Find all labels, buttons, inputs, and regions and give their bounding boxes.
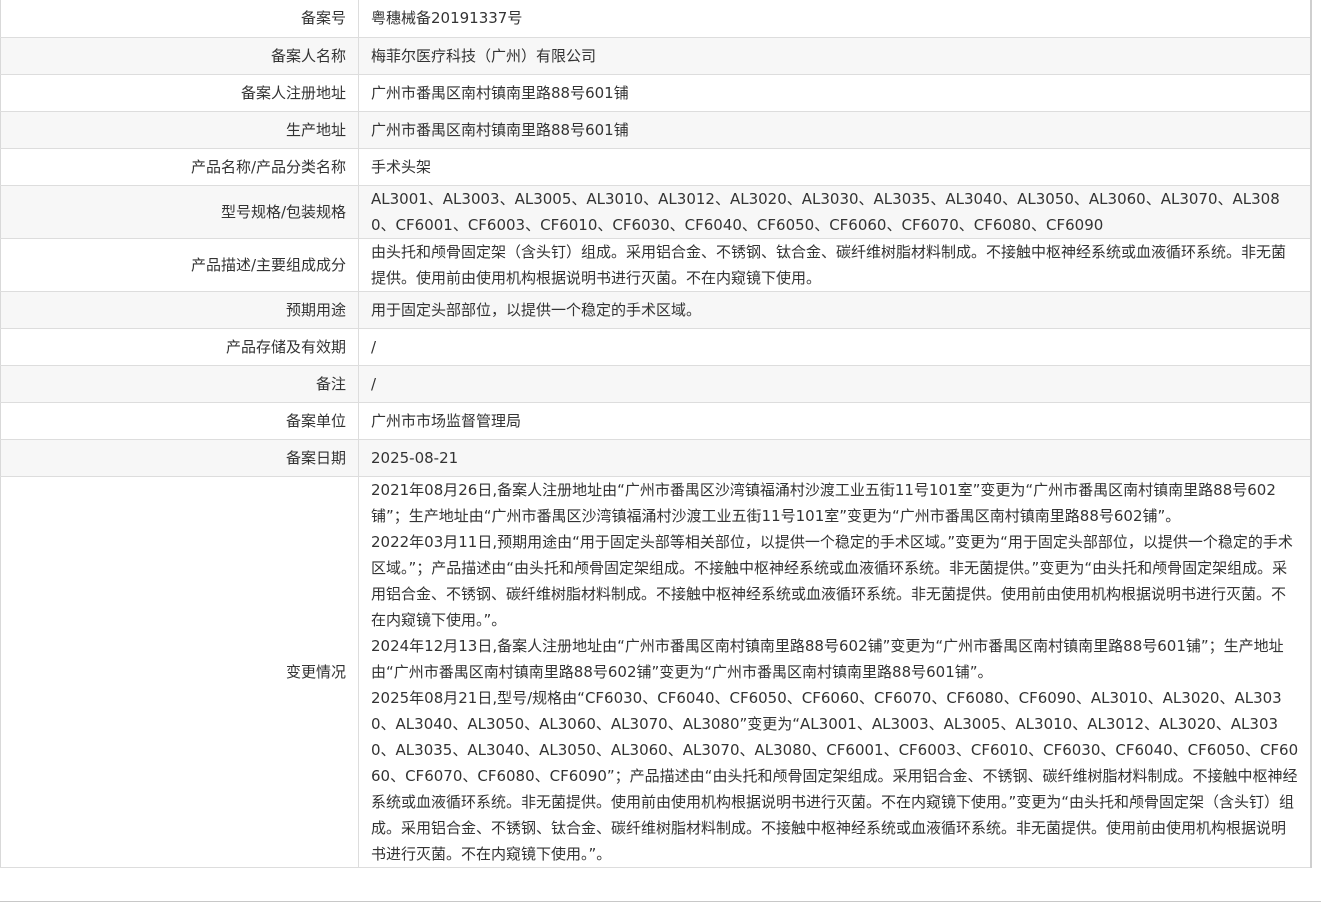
filer-name-value: 梅菲尔医疗科技（广州）有限公司	[358, 37, 1311, 75]
model-spec-value: AL3001、AL3003、AL3005、AL3010、AL3012、AL302…	[358, 185, 1311, 239]
intended-use-label: 预期用途	[0, 291, 359, 329]
row-intended-use: 预期用途 用于固定头部部位，以提供一个稳定的手术区域。	[0, 291, 1311, 329]
filer-name-label: 备案人名称	[0, 37, 359, 75]
row-product-name: 产品名称/产品分类名称 手术头架	[0, 148, 1311, 186]
change-entry: 2022年03月11日,预期用途由“用于固定头部等相关部位，以提供一个稳定的手术…	[371, 532, 1293, 629]
row-changes: 变更情况 2021年08月26日,备案人注册地址由“广州市番禺区沙湾镇福涌村沙渡…	[0, 476, 1311, 868]
row-filing-date: 备案日期 2025-08-21	[0, 439, 1311, 477]
filing-number-value: 粤穗械备20191337号	[358, 0, 1311, 38]
row-storage: 产品存储及有效期 /	[0, 328, 1311, 366]
filing-unit-value: 广州市市场监督管理局	[358, 402, 1311, 440]
row-remarks: 备注 /	[0, 365, 1311, 403]
changes-label: 变更情况	[0, 476, 359, 868]
remarks-label: 备注	[0, 365, 359, 403]
production-address-value: 广州市番禺区南村镇南里路88号601铺	[358, 111, 1311, 149]
remarks-value: /	[358, 365, 1311, 403]
model-spec-label: 型号规格/包装规格	[0, 185, 359, 239]
description-label: 产品描述/主要组成成分	[0, 238, 359, 292]
filing-unit-label: 备案单位	[0, 402, 359, 440]
description-value: 由头托和颅骨固定架（含头钉）组成。采用铝合金、不锈钢、钛合金、碳纤维树脂材料制成…	[358, 238, 1311, 292]
product-name-label: 产品名称/产品分类名称	[0, 148, 359, 186]
product-name-value: 手术头架	[358, 148, 1311, 186]
row-production-address: 生产地址 广州市番禺区南村镇南里路88号601铺	[0, 111, 1311, 149]
row-filing-unit: 备案单位 广州市市场监督管理局	[0, 402, 1311, 440]
filing-date-value: 2025-08-21	[358, 439, 1311, 477]
filer-address-value: 广州市番禺区南村镇南里路88号601铺	[358, 74, 1311, 112]
row-filing-number: 备案号 粤穗械备20191337号	[0, 0, 1311, 38]
storage-label: 产品存储及有效期	[0, 328, 359, 366]
change-entry: 2021年08月26日,备案人注册地址由“广州市番禺区沙湾镇福涌村沙渡工业五街1…	[371, 480, 1276, 525]
storage-value: /	[358, 328, 1311, 366]
intended-use-value: 用于固定头部部位，以提供一个稳定的手术区域。	[358, 291, 1311, 329]
row-description: 产品描述/主要组成成分 由头托和颅骨固定架（含头钉）组成。采用铝合金、不锈钢、钛…	[0, 238, 1311, 292]
filing-number-label: 备案号	[0, 0, 359, 38]
row-filer-address: 备案人注册地址 广州市番禺区南村镇南里路88号601铺	[0, 74, 1311, 112]
row-model-spec: 型号规格/包装规格 AL3001、AL3003、AL3005、AL3010、AL…	[0, 185, 1311, 239]
production-address-label: 生产地址	[0, 111, 359, 149]
change-entry: 2025年08月21日,型号/规格由“CF6030、CF6040、CF6050、…	[371, 688, 1299, 863]
filing-record-table: 备案号 粤穗械备20191337号 备案人名称 梅菲尔医疗科技（广州）有限公司 …	[0, 0, 1312, 868]
row-filer-name: 备案人名称 梅菲尔医疗科技（广州）有限公司	[0, 37, 1311, 75]
bottom-divider	[0, 901, 1321, 902]
filing-date-label: 备案日期	[0, 439, 359, 477]
filer-address-label: 备案人注册地址	[0, 74, 359, 112]
change-entry: 2024年12月13日,备案人注册地址由“广州市番禺区南村镇南里路88号602铺…	[371, 636, 1284, 681]
changes-value: 2021年08月26日,备案人注册地址由“广州市番禺区沙湾镇福涌村沙渡工业五街1…	[358, 476, 1311, 868]
